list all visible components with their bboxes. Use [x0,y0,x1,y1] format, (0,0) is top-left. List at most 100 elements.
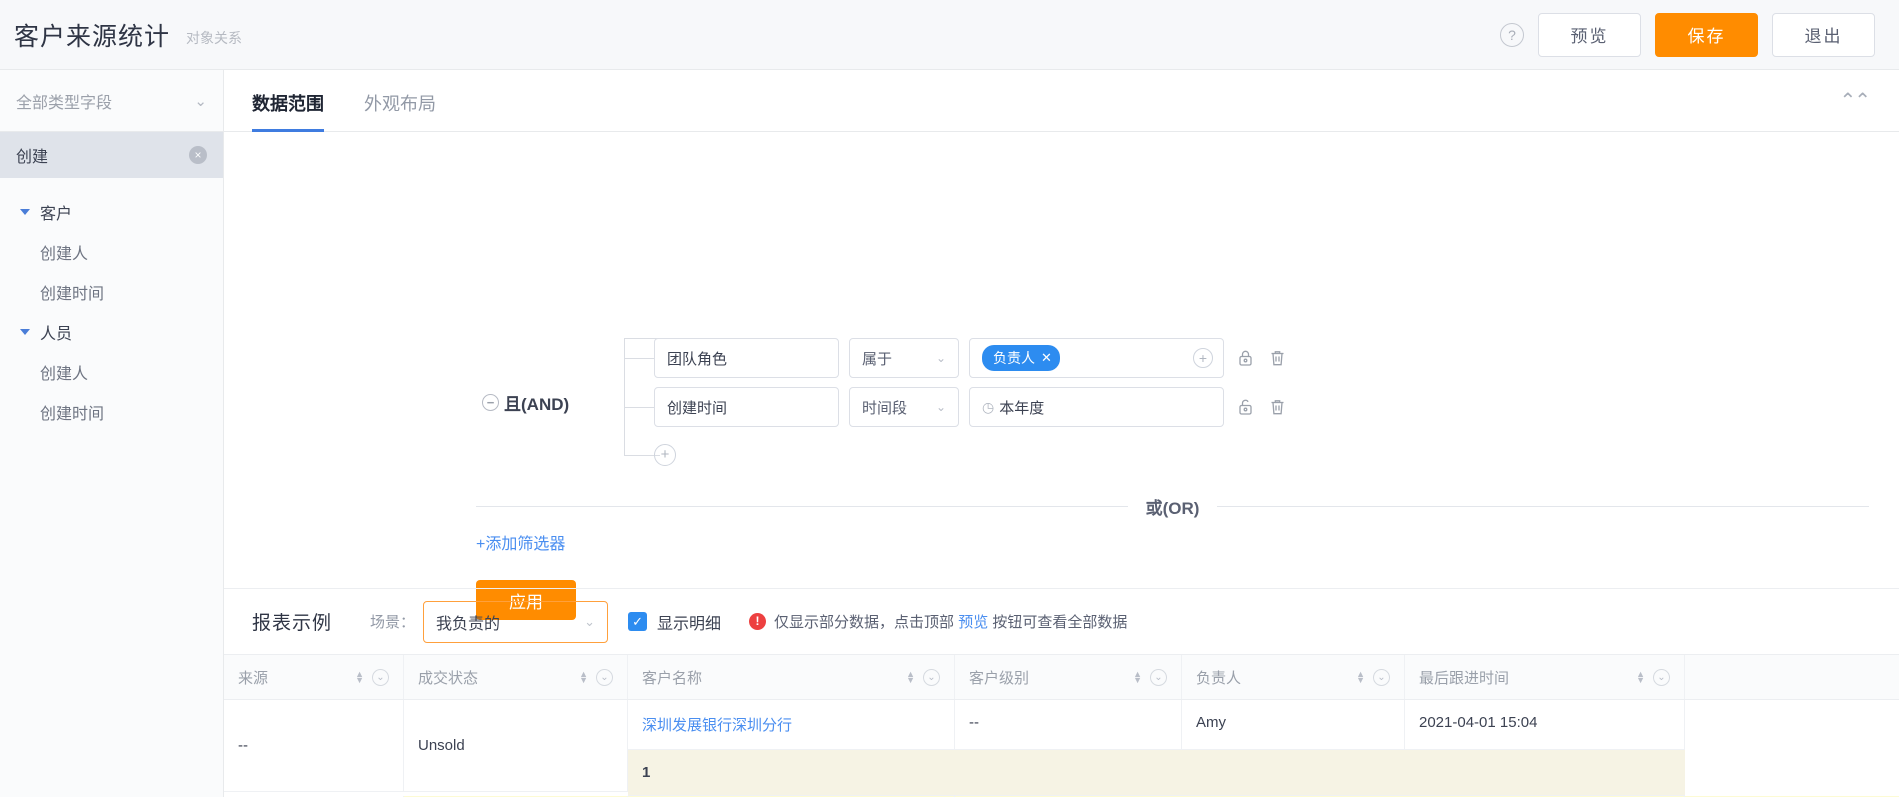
add-condition-button[interactable]: + [654,444,676,466]
cell-subtotal-blank [955,750,1685,796]
filter-condition-row: 团队角色 属于 ⌄ 负责人 ✕ + [654,338,1288,378]
page-subtitle: 对象关系 [186,30,243,46]
tree-item-customer-createtime[interactable]: 创建时间 [0,272,223,312]
show-detail-label: 显示明细 [657,615,722,633]
cell-customer-name[interactable]: 深圳发展银行深圳分行 [628,700,955,750]
triangle-down-icon [20,329,30,335]
cell-deal-status: Unsold [404,700,628,792]
save-button[interactable]: 保存 [1655,12,1758,57]
filter-group-and[interactable]: − 且(AND) [482,390,569,415]
sidebar-search-input[interactable]: 创建 × [0,132,223,178]
sidebar-search-value: 创建 [16,149,49,166]
warning-preview-link[interactable]: 预览 [958,614,988,631]
lock-icon[interactable] [1234,347,1256,369]
detail-and-subtotal-group: 深圳发展银行深圳分行 -- Amy 2021-04-01 15:04 1 [628,700,1685,796]
minus-circle-icon[interactable]: − [482,394,499,411]
column-controls: ▲ ▼ ⌄ [1133,668,1167,686]
chevron-double-up-icon[interactable]: ⌃⌃ [1839,88,1870,113]
sort-arrows-icon[interactable]: ▲ ▼ [1133,670,1142,685]
add-value-icon[interactable]: + [1193,348,1213,368]
column-header-label: 客户名称 [642,669,703,687]
field-tree: 客户 创建人 创建时间 人员 创建人 创建时间 [0,178,223,432]
scene-select[interactable]: 我负责的 ⌄ [423,600,609,643]
chevron-down-icon[interactable]: ⌄ [596,668,613,686]
table-header-row: 来源 ▲ ▼ ⌄ 成交状态 ▲ ▼ ⌄ 客户名称 ▲ ▼ ⌄ 客户级别 ▲ ▼ … [224,654,1899,700]
chevron-down-icon: ⌄ [935,400,946,414]
show-detail-checkbox[interactable]: ✓ [628,612,648,631]
sort-arrows-icon[interactable]: ▲ ▼ [906,670,915,685]
tree-group-customer[interactable]: 客户 [0,192,223,232]
chevron-down-icon[interactable]: ⌄ [1653,668,1670,686]
chevron-down-icon: ⌄ [194,92,207,110]
cell-source: -- [224,700,404,792]
column-header-label: 负责人 [1196,669,1242,687]
close-icon[interactable]: ✕ [1041,350,1052,366]
filter-condition-row: 创建时间 时间段 ⌄ ◷ 本年度 [654,387,1288,427]
delete-icon[interactable] [1266,396,1288,418]
column-controls: ▲ ▼ ⌄ [1356,668,1390,686]
column-header-owner[interactable]: 负责人 ▲ ▼ ⌄ [1182,655,1405,699]
scene-select-value: 我负责的 [436,615,501,633]
column-controls: ▲ ▼ ⌄ [906,668,940,686]
chevron-down-icon[interactable]: ⌄ [1150,668,1167,686]
sort-arrows-icon[interactable]: ▲ ▼ [1356,670,1365,685]
scene-label: 场景： [370,614,416,631]
condition-value-field[interactable]: 负责人 ✕ + [969,338,1224,378]
add-filter-link[interactable]: +添加筛选器 [476,530,565,554]
cell-last-follow-time: 2021-04-01 15:04 [1405,700,1685,750]
column-header-source[interactable]: 来源 ▲ ▼ ⌄ [224,655,404,699]
field-type-filter[interactable]: 全部类型字段 ⌄ [0,70,223,132]
exit-button[interactable]: 退出 [1772,12,1875,57]
filter-builder: − 且(AND) 团队角色 属于 ⌄ 负责人 ✕ + 创建时间 时间段 ⌄ ◷ … [224,132,1899,620]
sidebar: 全部类型字段 ⌄ 创建 × 客户 创建人 创建时间 人员 创建人 创建时间 [0,70,224,797]
tree-item-personnel-createtime[interactable]: 创建时间 [0,392,223,432]
tree-item-personnel-creator[interactable]: 创建人 [0,352,223,392]
table-row: -- Unsold 深圳发展银行深圳分行 -- Amy 2021-04-01 1… [224,700,1899,796]
condition-operator-label: 属于 [862,350,893,368]
or-divider: 或(OR) [476,494,1869,519]
column-header-customer-level[interactable]: 客户级别 ▲ ▼ ⌄ [955,655,1182,699]
close-icon[interactable]: × [189,146,207,164]
field-type-filter-label: 全部类型字段 [16,94,113,112]
tab-data-scope[interactable]: 数据范围 [252,70,324,132]
condition-operator-select[interactable]: 时间段 ⌄ [849,387,959,427]
page-title: 客户来源统计 [14,22,171,51]
chevron-down-icon[interactable]: ⌄ [1373,668,1390,686]
unlock-icon[interactable] [1234,396,1256,418]
top-bar: 客户来源统计 对象关系 ? 预览 保存 退出 [0,0,1899,70]
warning-icon: ! [749,613,767,630]
sort-arrows-icon[interactable]: ▲ ▼ [1636,670,1645,685]
help-icon[interactable]: ? [1500,22,1524,47]
tree-item-customer-creator[interactable]: 创建人 [0,232,223,272]
condition-field-select[interactable]: 创建时间 [654,387,839,427]
condition-field-select[interactable]: 团队角色 [654,338,839,378]
tree-group-personnel[interactable]: 人员 [0,312,223,352]
condition-value-field[interactable]: ◷ 本年度 [969,387,1224,427]
value-tag-label: 负责人 [993,350,1035,366]
tab-appearance-layout[interactable]: 外观布局 [364,70,436,132]
chevron-down-icon: ⌄ [584,613,596,629]
triangle-down-icon [20,209,30,215]
cell-owner: Amy [1182,700,1405,750]
delete-icon[interactable] [1266,347,1288,369]
main-panel: 数据范围 外观布局 ⌃⌃ − 且(AND) 团队角色 属于 ⌄ 负责人 ✕ + [224,70,1899,797]
chevron-down-icon[interactable]: ⌄ [923,668,940,686]
column-header-deal-status[interactable]: 成交状态 ▲ ▼ ⌄ [404,655,628,699]
subtotal-row: 1 [628,750,1685,796]
report-sample-title: 报表示例 [252,613,333,634]
report-preview-bar: 报表示例 场景： 我负责的 ⌄ ✓ 显示明细 ! 仅显示部分数据，点击顶部 预览… [224,588,1899,654]
chevron-down-icon[interactable]: ⌄ [372,668,389,686]
preview-button[interactable]: 预览 [1538,12,1641,57]
or-divider-label: 或(OR) [1145,499,1200,518]
value-tag[interactable]: 负责人 ✕ [982,345,1060,371]
column-header-last-follow-time[interactable]: 最后跟进时间 ▲ ▼ ⌄ [1405,655,1685,699]
tree-group-label: 人员 [40,326,73,343]
sort-arrows-icon[interactable]: ▲ ▼ [355,670,364,685]
condition-operator-label: 时间段 [862,399,908,417]
tab-bar: 数据范围 外观布局 ⌃⌃ [224,70,1899,132]
warning-text-after: 按钮可查看全部数据 [992,614,1128,631]
column-header-customer-name[interactable]: 客户名称 ▲ ▼ ⌄ [628,655,955,699]
condition-operator-select[interactable]: 属于 ⌄ [849,338,959,378]
column-controls: ▲ ▼ ⌄ [579,668,613,686]
sort-arrows-icon[interactable]: ▲ ▼ [579,670,588,685]
